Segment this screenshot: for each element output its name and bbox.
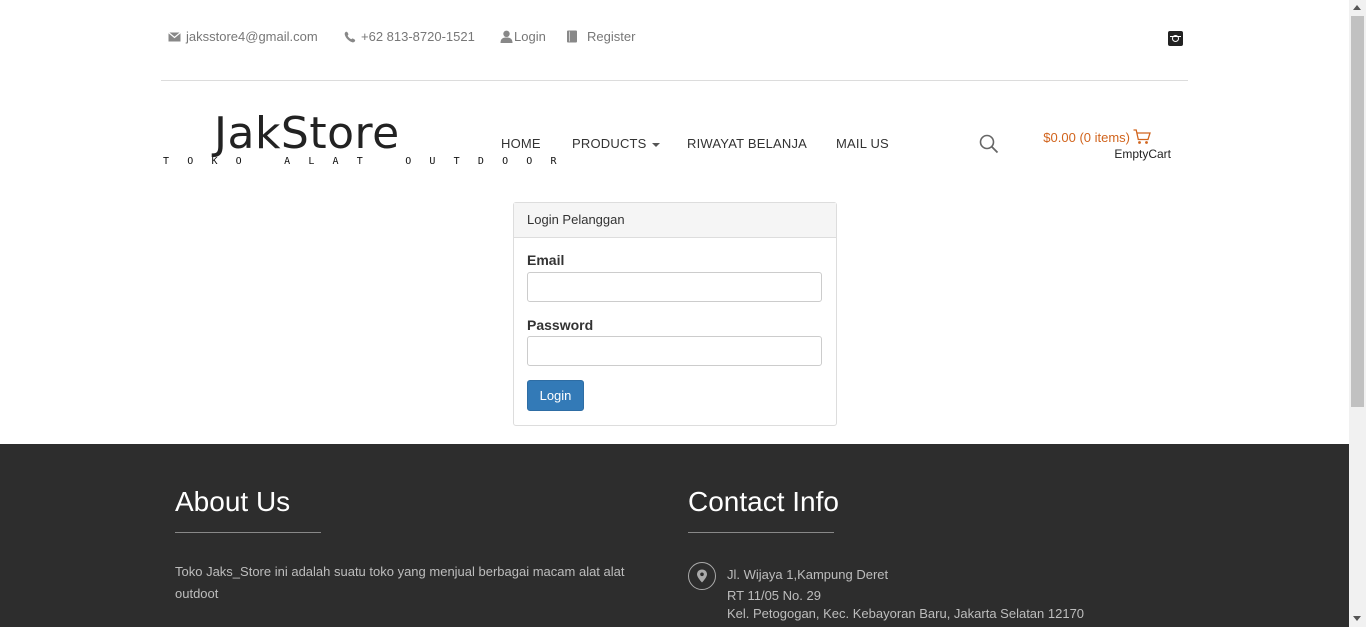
cart-icon (1133, 129, 1151, 144)
instagram-icon[interactable] (1168, 31, 1183, 46)
map-pin-icon (688, 562, 716, 590)
about-title: About Us (175, 486, 291, 517)
login-panel: Login Pelanggan Email Password Login (513, 202, 837, 426)
login-panel-title: Login Pelanggan (514, 203, 836, 238)
contact-title: Contact Info (688, 486, 839, 517)
nav-mail[interactable]: MAIL US (836, 136, 889, 151)
nav-products[interactable]: PRODUCTS (572, 136, 660, 151)
cart-total-text: $0.00 (0 items) (1043, 129, 1130, 145)
about-text: Toko Jaks_Store ini adalah suatu toko ya… (175, 564, 625, 601)
nav-home[interactable]: HOME (501, 136, 541, 151)
cart-empty-label: EmptyCart (1114, 147, 1171, 161)
vertical-scrollbar[interactable] (1349, 0, 1366, 627)
login-button[interactable]: Login (527, 380, 584, 411)
brand-tagline: TOKO ALAT OUTDOOR (163, 156, 575, 167)
login-text: Login (514, 29, 546, 44)
address-line-1: Jl. Wijaya 1,Kampung Deret (727, 567, 889, 582)
email-link[interactable]: jaksstore4@gmail.com (168, 29, 318, 44)
book-icon (567, 30, 577, 43)
scroll-down-arrow-icon[interactable] (1353, 616, 1361, 621)
brand-logo[interactable]: JakStore (214, 112, 400, 156)
phone-icon (344, 31, 356, 42)
about-divider (175, 532, 321, 533)
caret-down-icon (651, 142, 660, 147)
user-icon (500, 30, 513, 43)
cart-summary[interactable]: $0.00 (0 items) (1043, 129, 1151, 145)
register-link[interactable]: Register (566, 29, 635, 44)
password-field[interactable] (527, 336, 822, 366)
envelope-icon (168, 31, 181, 41)
nav-history[interactable]: RIWAYAT BELANJA (687, 136, 807, 151)
email-label: Email (527, 252, 565, 268)
email-text: jaksstore4@gmail.com (186, 29, 318, 44)
page-viewport: jaksstore4@gmail.com +62 813-8720-1521 L… (0, 0, 1349, 627)
password-label: Password (527, 317, 594, 333)
nav-products-label: PRODUCTS (572, 136, 647, 151)
scroll-up-arrow-icon[interactable] (1353, 5, 1361, 10)
address-line-2: RT 11/05 No. 29 (727, 588, 821, 603)
login-link[interactable]: Login (500, 29, 546, 44)
register-text: Register (587, 29, 636, 44)
top-bar: jaksstore4@gmail.com +62 813-8720-1521 L… (161, 0, 1188, 81)
address-line-3: Kel. Petogogan, Kec. Kebayoran Baru, Jak… (727, 606, 1085, 621)
scroll-thumb[interactable] (1351, 16, 1364, 407)
phone-link[interactable]: +62 813-8720-1521 (344, 29, 475, 44)
contact-divider (688, 532, 834, 533)
email-field[interactable] (527, 272, 822, 302)
phone-text: +62 813-8720-1521 (361, 29, 475, 44)
search-icon[interactable] (979, 134, 999, 154)
footer: About Us Toko Jaks_Store ini adalah suat… (0, 444, 1349, 627)
